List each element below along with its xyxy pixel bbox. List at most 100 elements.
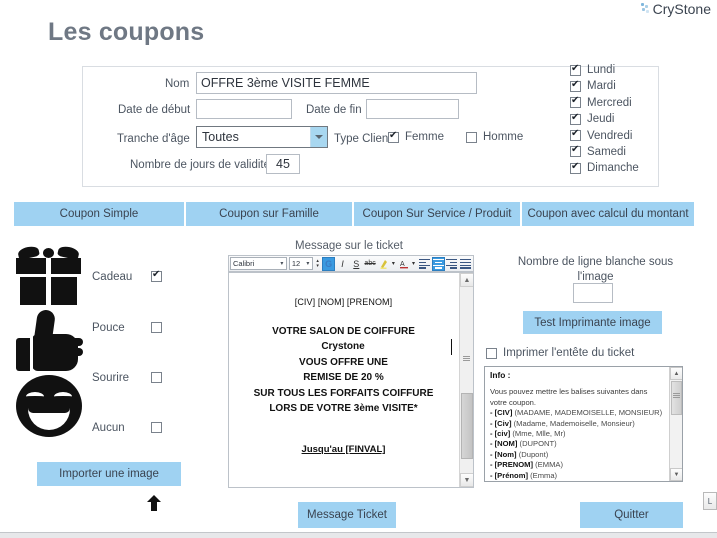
chevron-down-icon[interactable] (310, 127, 327, 147)
align-justify-icon[interactable] (459, 257, 472, 271)
type-client-homme[interactable]: Homme (466, 131, 523, 143)
scrollbar-thumb[interactable] (461, 393, 473, 459)
day-mardi-checkbox[interactable] (570, 79, 581, 92)
info-intro: Vous pouvez mettre les balises suivantes… (490, 387, 648, 407)
tab-coupon-famille[interactable]: Coupon sur Famille (186, 202, 352, 226)
thumbs-up-icon (16, 308, 84, 372)
quitter-button[interactable]: Quitter (580, 502, 683, 528)
day-mercredi-checkbox[interactable] (570, 95, 581, 109)
day-dimanche-checkbox[interactable] (570, 161, 581, 174)
underline-button[interactable]: S (350, 257, 363, 271)
edge-chip[interactable]: L (703, 492, 717, 510)
ticket-line-4: REMISE DE 20 % (303, 372, 384, 384)
tab-coupon-calcul-montant[interactable]: Coupon avec calcul du montant (522, 202, 694, 226)
date-fin-label: Date de fin (306, 104, 362, 116)
ticket-line-5: SUR TOUS LES FORFAITS COIFFURE (253, 387, 434, 399)
font-size-select[interactable]: 12 ▾ (288, 257, 313, 270)
day-vendredi-label: Vendredi (587, 129, 633, 142)
align-center-icon[interactable] (431, 256, 445, 271)
font-color-dropdown-icon[interactable]: ▾ (410, 260, 416, 267)
info-scroll-grip-icon (673, 393, 680, 399)
tab-coupon-simple[interactable]: Coupon Simple (14, 202, 184, 226)
ticket-message-editor[interactable]: [CIV] [NOM] [PRENOM] VOTRE SALON DE COIF… (228, 272, 474, 488)
info-tag-6: - [Prénom] (490, 470, 528, 480)
pouce-label: Pouce (92, 322, 125, 334)
cadeau-checkbox[interactable] (151, 269, 162, 282)
ticket-message-content[interactable]: [CIV] [NOM] [PRENOM] VOTRE SALON DE COIF… (229, 273, 458, 487)
chevron-down-icon[interactable]: ▾ (278, 260, 286, 267)
info-heading: Info : (490, 370, 511, 380)
highlighter-dropdown-icon[interactable]: ▾ (390, 260, 396, 267)
tab-coupon-service-produit[interactable]: Coupon Sur Service / Produit (354, 202, 520, 226)
day-dimanche[interactable]: Dimanche (570, 161, 639, 174)
info-scroll-down-icon[interactable]: ▼ (670, 468, 682, 481)
pouce-checkbox[interactable] (151, 322, 162, 333)
aucun-checkbox[interactable] (151, 422, 162, 433)
scroll-down-icon[interactable]: ▼ (460, 473, 473, 487)
import-image-button[interactable]: Importer une image (37, 462, 181, 486)
italic-button[interactable]: I (336, 257, 349, 271)
date-fin-input[interactable] (366, 99, 459, 119)
nom-input[interactable] (196, 72, 477, 94)
print-header-toggle[interactable]: Imprimer l'entête du ticket (486, 347, 634, 359)
up-arrow-icon (147, 495, 161, 511)
info-desc-0: (MADAME, MADEMOISELLE, MONSIEUR) (514, 408, 663, 418)
bold-button[interactable]: G (322, 256, 336, 271)
date-debut-input[interactable] (196, 99, 292, 119)
type-client-femme[interactable]: Femme (388, 130, 444, 143)
editor-caption: Message sur le ticket (294, 240, 403, 252)
jours-validite-input[interactable] (266, 154, 300, 174)
ticket-line-2: Crystone (235, 339, 452, 355)
brand-name: CryStone (652, 1, 711, 17)
sourire-checkbox[interactable] (151, 372, 162, 383)
day-vendredi-checkbox[interactable] (570, 128, 581, 142)
info-tag-5: - [PRENOM] (490, 460, 534, 470)
day-lundi-label: Lundi (587, 64, 616, 76)
editor-scrollbar[interactable]: ▲ ▼ (459, 273, 473, 487)
tranche-age-value: Toutes (202, 130, 239, 144)
scroll-up-icon[interactable]: ▲ (460, 273, 473, 287)
femme-checkbox[interactable] (388, 130, 399, 143)
message-ticket-button[interactable]: Message Ticket (298, 502, 396, 528)
day-vendredi[interactable]: Vendredi (570, 128, 639, 142)
coupon-type-tabs: Coupon Simple Coupon sur Famille Coupon … (14, 202, 694, 226)
day-jeudi[interactable]: Jeudi (570, 112, 639, 126)
align-left-icon[interactable] (418, 257, 431, 271)
ticket-footer-line: Jusqu'au [FINVAL] (301, 443, 386, 455)
highlighter-icon[interactable] (377, 257, 390, 271)
info-tag-4: - [Nom] (490, 449, 517, 459)
tranche-age-select[interactable]: Toutes (196, 126, 328, 148)
homme-checkbox[interactable] (466, 131, 477, 143)
info-tag-0: - [CIV] (490, 408, 513, 418)
day-mardi[interactable]: Mardi (570, 79, 639, 92)
sourire-label: Sourire (92, 372, 130, 384)
day-mercredi-label: Mercredi (587, 96, 632, 109)
day-jeudi-label: Jeudi (587, 113, 615, 126)
info-tag-row: - [Civ] (Madame, Mademoiselle, Monsieur) (490, 419, 664, 429)
blank-lines-input[interactable] (573, 283, 613, 303)
info-scroll-up-icon[interactable]: ▲ (670, 367, 682, 380)
test-print-image-button[interactable]: Test Imprimante image (523, 311, 662, 334)
gift-icon (16, 244, 81, 305)
day-samedi-checkbox[interactable] (570, 144, 581, 158)
align-right-icon[interactable] (446, 257, 459, 271)
days-checkbox-group: Lundi Mardi Mercredi Jeudi Vendredi Same… (570, 63, 639, 174)
print-header-checkbox[interactable] (486, 347, 497, 359)
day-jeudi-checkbox[interactable] (570, 112, 581, 125)
chevron-down-icon[interactable]: ▾ (304, 260, 312, 267)
day-lundi[interactable]: Lundi (570, 63, 639, 76)
font-size-stepper[interactable]: ▴ ▾ (314, 257, 321, 270)
info-desc-4: (Dupont) (518, 449, 549, 459)
day-samedi[interactable]: Samedi (570, 144, 639, 158)
font-color-icon[interactable]: A (398, 257, 411, 271)
info-panel[interactable]: Info : Vous pouvez mettre les balises su… (484, 366, 683, 482)
info-scrollbar[interactable]: ▲ ▼ (669, 367, 682, 481)
font-family-select[interactable]: Calibri ▾ (230, 257, 287, 270)
day-mercredi[interactable]: Mercredi (570, 95, 639, 109)
day-lundi-checkbox[interactable] (570, 63, 581, 76)
info-tag-3: - [NOM] (490, 439, 518, 449)
print-header-label: Imprimer l'entête du ticket (503, 347, 635, 359)
strikethrough-button[interactable]: abc (364, 257, 377, 271)
info-panel-text: Info : Vous pouvez mettre les balises su… (485, 367, 668, 481)
page-title: Les coupons (48, 18, 205, 46)
